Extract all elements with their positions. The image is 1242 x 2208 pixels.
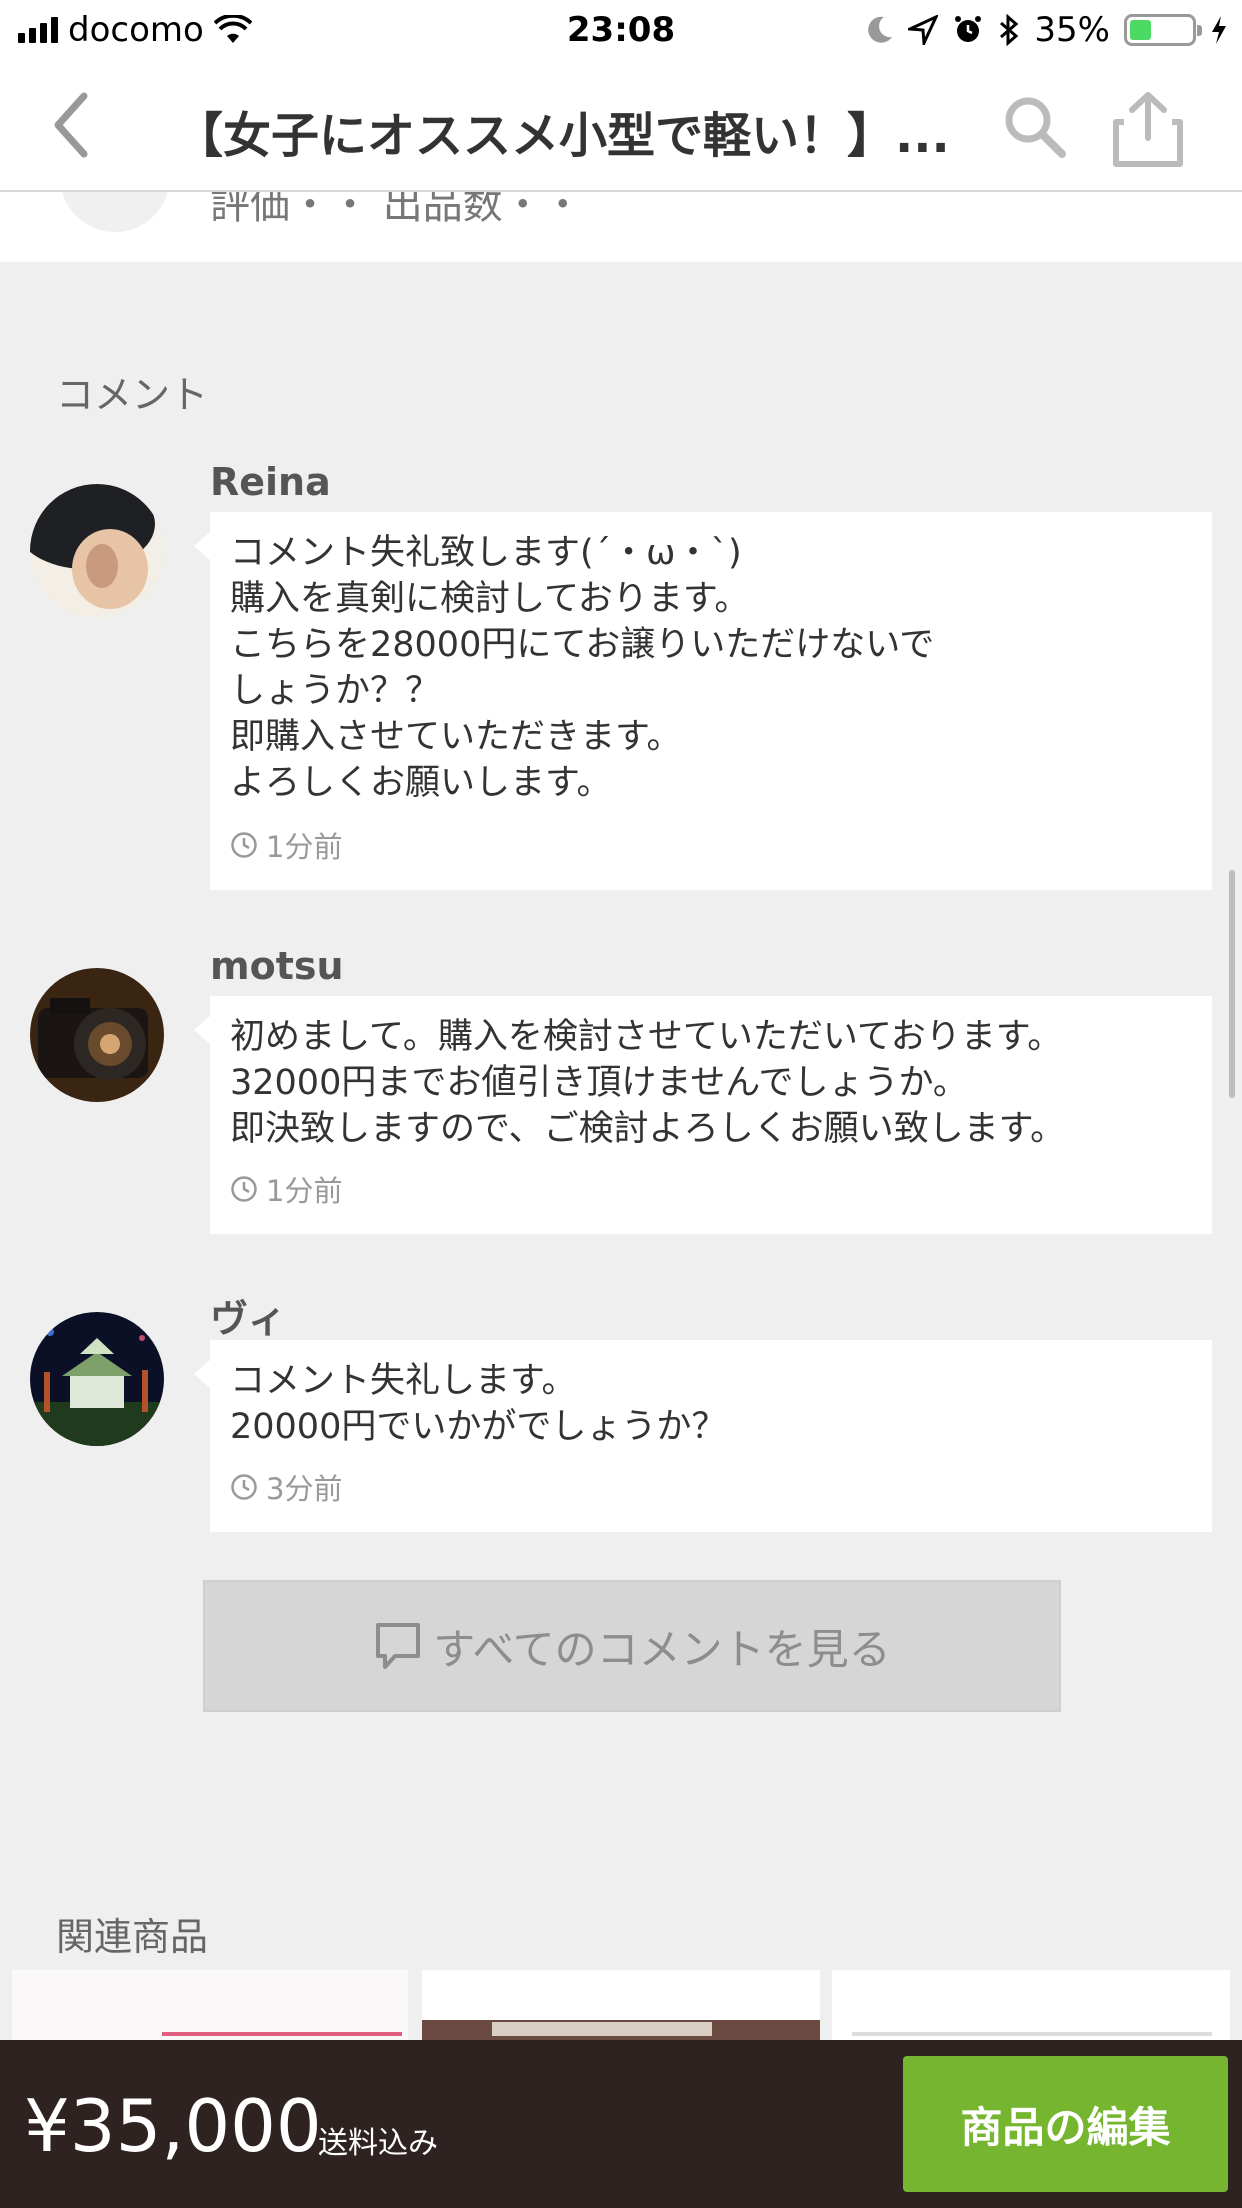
- comment-time-label: 1分前: [266, 1174, 343, 1208]
- comment-timestamp: 3分前: [230, 1466, 342, 1508]
- related-product-card[interactable]: [12, 1970, 408, 2040]
- search-icon[interactable]: [1000, 92, 1070, 162]
- shipping-label: 送料込み: [318, 2126, 438, 2161]
- navigation-bar: 【女子にオススメ小型で軽い！】...: [0, 60, 1242, 192]
- bluetooth-icon: [1000, 14, 1019, 46]
- see-all-comments-button[interactable]: すべてのコメントを見る: [203, 1580, 1061, 1712]
- seller-info-strip: 評価・・ 出品数・・: [0, 192, 1242, 262]
- comment-author[interactable]: ヴィ: [210, 1288, 286, 1343]
- comment-author[interactable]: motsu: [210, 944, 344, 988]
- bottom-action-bar: ¥35,000 送料込み 商品の編集: [0, 2040, 1242, 2208]
- edit-item-button[interactable]: 商品の編集: [903, 2056, 1228, 2192]
- avatar[interactable]: [30, 1312, 164, 1446]
- status-right: 35%: [866, 10, 1228, 50]
- clock-icon: [231, 1176, 257, 1202]
- moon-icon: [868, 16, 893, 43]
- see-all-comments-label: すべてのコメントを見る: [433, 1624, 891, 1674]
- related-products-row: [0, 1970, 1242, 2040]
- clock-icon: [231, 1474, 257, 1500]
- comment-time-label: 1分前: [266, 830, 343, 864]
- alarm-icon: [955, 16, 982, 42]
- status-bar: docomo 23:08 35%: [0, 0, 1242, 60]
- comment-bubble: コメント失礼します。 20000円でいかがでしょうか？ 3分前: [194, 1340, 1212, 1532]
- price-label: ¥35,000: [24, 2084, 322, 2168]
- back-arrow-icon[interactable]: [40, 90, 110, 160]
- seller-avatar: [60, 192, 170, 232]
- charging-bolt-icon: [1212, 16, 1226, 44]
- battery-percent: 35%: [1034, 10, 1110, 50]
- comment-text: コメント失礼致します(´・ω・`) 購入を真剣に検討しております。 こちらを28…: [230, 533, 935, 803]
- comment-author[interactable]: Reina: [210, 460, 331, 504]
- comment-bubble: コメント失礼致します(´・ω・`) 購入を真剣に検討しております。 こちらを28…: [194, 512, 1212, 890]
- battery-icon: [1124, 14, 1202, 46]
- comment-timestamp: 1分前: [230, 1168, 342, 1210]
- speech-bubble-icon: [376, 1623, 421, 1669]
- comments-heading: コメント: [56, 373, 209, 417]
- seller-rating-text: 評価・・ 出品数・・: [210, 192, 583, 228]
- avatar[interactable]: [30, 484, 164, 618]
- clock-icon: [231, 832, 257, 858]
- comment-bubble: 初めまして。購入を検討させていただいております。 32000円までお値引き頂けま…: [194, 996, 1212, 1234]
- comment-text: コメント失礼します。 20000円でいかがでしょうか？: [230, 1361, 727, 1447]
- avatar[interactable]: [30, 968, 164, 1102]
- location-arrow-icon: [908, 15, 939, 45]
- comment-time-label: 3分前: [266, 1472, 343, 1506]
- comment-text: 初めまして。購入を検討させていただいております。 32000円までお値引き頂けま…: [230, 1017, 1066, 1149]
- comment-timestamp: 1分前: [230, 824, 342, 866]
- related-product-card[interactable]: [422, 1970, 820, 2040]
- share-icon[interactable]: [1110, 90, 1186, 170]
- page-title: 【女子にオススメ小型で軽い！】...: [175, 108, 950, 164]
- scrollbar[interactable]: [1229, 870, 1235, 1098]
- related-product-card[interactable]: [832, 1970, 1230, 2040]
- related-products-heading: 関連商品: [56, 1915, 209, 1959]
